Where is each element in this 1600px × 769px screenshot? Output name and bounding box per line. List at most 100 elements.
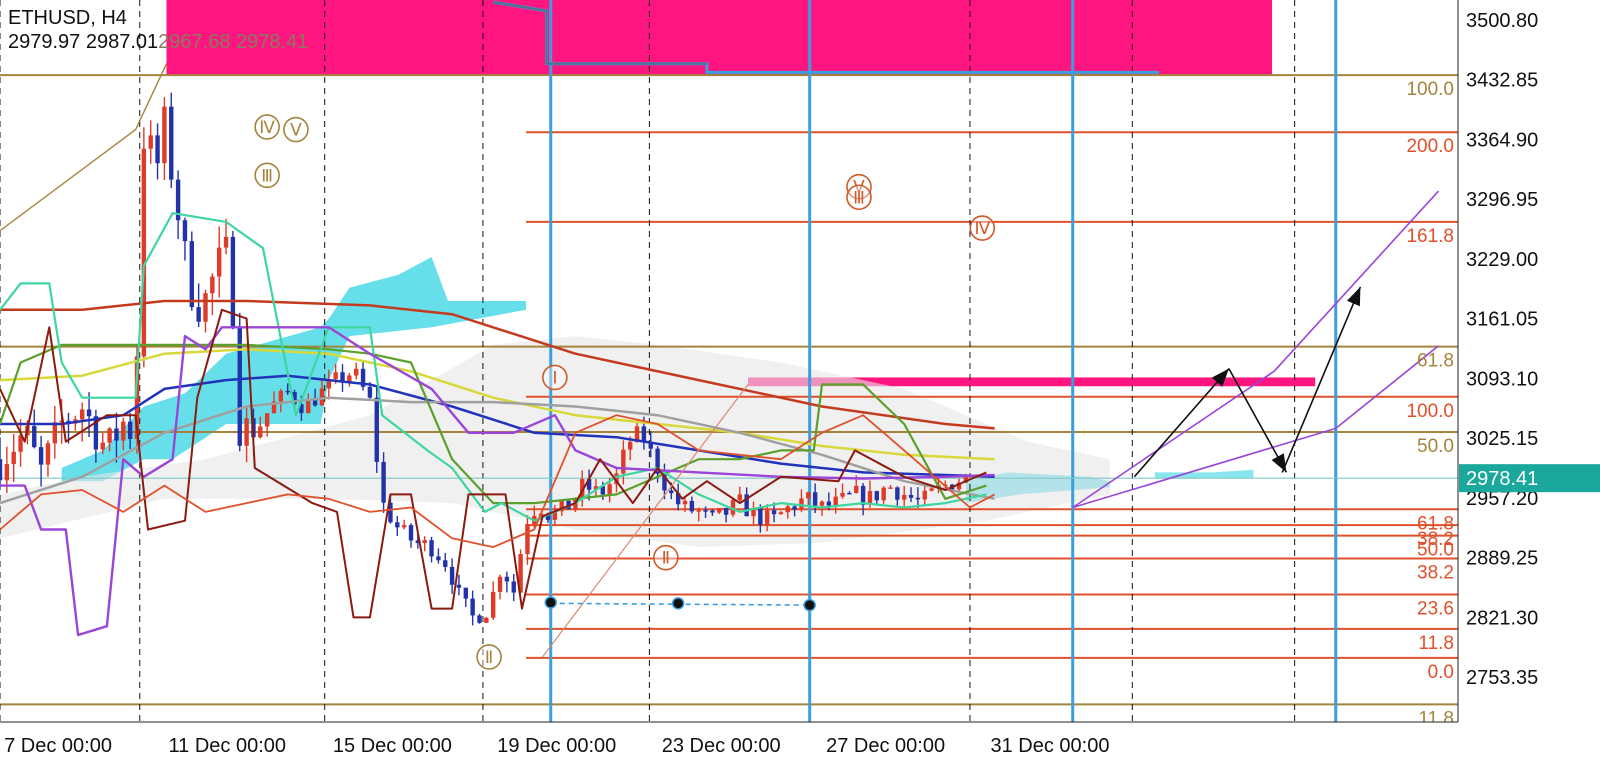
candle-body-98 bbox=[669, 490, 674, 494]
candle-body-66 bbox=[449, 566, 455, 585]
candle-body-15 bbox=[100, 442, 105, 450]
candle-body-133 bbox=[908, 494, 914, 498]
fib-label-red-7: 23.6 bbox=[1417, 599, 1454, 620]
candle-body-135 bbox=[922, 490, 927, 500]
price-tick-11: 2753.35 bbox=[1466, 667, 1538, 689]
candle-body-59 bbox=[401, 525, 407, 528]
candle-body-33 bbox=[223, 236, 229, 248]
wave-label-3: Ⅰ bbox=[552, 368, 557, 387]
candle-body-6 bbox=[38, 447, 44, 465]
candle-body-112 bbox=[765, 510, 770, 525]
candle-body-102 bbox=[696, 510, 701, 512]
candle-body-77 bbox=[525, 524, 530, 555]
candle-body-132 bbox=[902, 494, 907, 500]
candle-body-64 bbox=[436, 556, 441, 561]
fib-label-red-1: 161.8 bbox=[1406, 226, 1454, 247]
current-price-label: 2978.41 bbox=[1466, 468, 1538, 490]
wave-diagonal-brown bbox=[0, 63, 168, 232]
candle-body-72 bbox=[491, 591, 496, 618]
candle-body-119 bbox=[812, 492, 818, 506]
time-tick-3: 19 Dec 00:00 bbox=[497, 735, 616, 757]
time-tick-1: 11 Dec 00:00 bbox=[169, 735, 287, 757]
channel-line-upper bbox=[1072, 190, 1440, 509]
candle-body-39 bbox=[264, 413, 270, 427]
candle-body-28 bbox=[189, 241, 194, 308]
candle-body-130 bbox=[888, 487, 893, 489]
fib-label-brown-2: 50.0 bbox=[1417, 436, 1454, 457]
candle-body-92 bbox=[628, 441, 633, 450]
candle-body-121 bbox=[826, 501, 832, 506]
candle-body-70 bbox=[477, 615, 482, 623]
fib-label-red-6: 38.2 bbox=[1417, 563, 1454, 584]
price-tick-0: 3500.80 bbox=[1466, 10, 1538, 32]
candle-body-63 bbox=[429, 540, 434, 557]
candle-body-29 bbox=[196, 307, 201, 322]
candle-body-22 bbox=[148, 135, 153, 149]
candle-body-0 bbox=[0, 459, 3, 481]
candle-body-100 bbox=[682, 500, 688, 505]
price-tick-6: 3093.10 bbox=[1466, 368, 1538, 390]
candle-body-42 bbox=[285, 390, 290, 393]
candle-body-71 bbox=[484, 617, 489, 623]
price-tick-9: 2889.25 bbox=[1466, 548, 1538, 570]
candle-body-65 bbox=[443, 560, 448, 567]
candle-body-19 bbox=[127, 421, 133, 440]
candle-body-27 bbox=[182, 220, 188, 242]
candle-body-122 bbox=[833, 496, 838, 506]
wave-label-2: Ⅲ bbox=[261, 166, 273, 185]
time-tick-6: 31 Dec 00:00 bbox=[991, 735, 1110, 757]
channel-line-lower bbox=[1072, 345, 1440, 509]
target-dot-1 bbox=[671, 597, 685, 610]
target-dot-0 bbox=[544, 596, 557, 609]
price-tick-4: 3229.00 bbox=[1466, 249, 1538, 271]
candle-body-74 bbox=[504, 576, 510, 582]
candle-body-124 bbox=[847, 492, 852, 495]
candle-body-30 bbox=[203, 293, 208, 322]
candle-body-1 bbox=[4, 464, 10, 481]
price-chart[interactable]: Ⅳ ⅤⅢⅠⅡⅡⅤⅢⅣ100.061.850.011.8200.0161.8100.… bbox=[0, 0, 1600, 769]
candle-body-129 bbox=[881, 487, 886, 501]
candle-body-38 bbox=[258, 426, 263, 438]
candle-body-13 bbox=[86, 409, 92, 417]
price-tick-1: 3432.85 bbox=[1466, 70, 1538, 92]
candle-body-118 bbox=[806, 492, 811, 499]
price-tick-7: 3025.15 bbox=[1466, 428, 1538, 450]
fib-label-brown-0: 100.0 bbox=[1406, 79, 1454, 100]
candle-body-31 bbox=[210, 276, 215, 294]
wave-label-1: Ⅴ bbox=[290, 121, 302, 140]
ichimoku-cloud-future bbox=[1154, 469, 1254, 479]
candle-body-101 bbox=[689, 500, 695, 512]
candle-body-60 bbox=[408, 525, 414, 541]
candle-body-36 bbox=[244, 418, 249, 446]
time-tick-5: 27 Dec 00:00 bbox=[826, 735, 945, 757]
candle-body-17 bbox=[114, 428, 119, 441]
candle-body-104 bbox=[710, 510, 715, 513]
candle-body-125 bbox=[854, 485, 859, 493]
candle-body-117 bbox=[799, 498, 804, 510]
candle-body-94 bbox=[641, 426, 647, 442]
candle-body-91 bbox=[621, 449, 626, 474]
candle-body-62 bbox=[422, 540, 427, 544]
candle-body-52 bbox=[354, 368, 359, 376]
symbol-label: ETHUSD, H4 bbox=[8, 7, 127, 29]
wave-label-0: Ⅳ bbox=[259, 118, 275, 137]
candle-body-21 bbox=[141, 148, 147, 357]
candle-body-23 bbox=[155, 135, 160, 164]
candle-body-89 bbox=[607, 484, 612, 495]
candle-body-115 bbox=[785, 506, 790, 513]
price-tick-3: 3296.95 bbox=[1466, 189, 1538, 211]
candle-body-49 bbox=[333, 372, 338, 380]
candle-body-58 bbox=[395, 522, 400, 528]
candle-body-24 bbox=[162, 106, 167, 164]
candle-body-67 bbox=[456, 584, 462, 588]
candle-body-2 bbox=[11, 451, 16, 465]
wave-label-7: Ⅲ bbox=[853, 188, 865, 207]
price-tick-2: 3364.90 bbox=[1466, 129, 1538, 151]
ohlc-open-high: 2979.97 2987.01 bbox=[8, 31, 159, 53]
chart-header: ETHUSD, H4 2979.97 2987.012967.68 2978.4… bbox=[8, 6, 308, 54]
fib-label-red-9: 0.0 bbox=[1428, 662, 1454, 683]
candle-body-123 bbox=[840, 492, 845, 497]
candle-body-8 bbox=[52, 422, 57, 444]
candle-body-103 bbox=[703, 510, 708, 512]
wave-label-8: Ⅳ bbox=[974, 219, 990, 238]
